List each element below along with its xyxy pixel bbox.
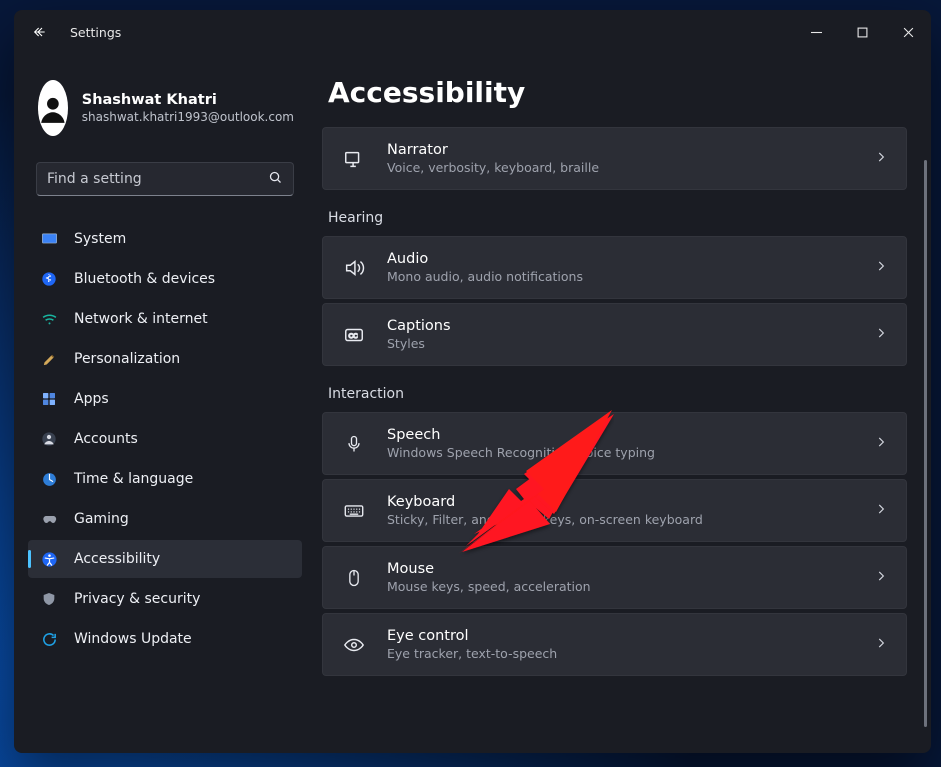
chevron-right-icon [874,635,888,654]
tile-subtitle: Eye tracker, text-to-speech [387,646,854,661]
tile-subtitle: Styles [387,336,854,351]
apps-icon [40,390,58,408]
sidebar-item-bluetooth[interactable]: Bluetooth & devices [28,260,302,298]
tile-title: Eye control [387,628,854,644]
tile-mouse[interactable]: Mouse Mouse keys, speed, acceleration [322,546,907,609]
sidebar-item-accessibility[interactable]: Accessibility [28,540,302,578]
chevron-right-icon [874,149,888,168]
tile-keyboard[interactable]: Keyboard Sticky, Filter, and Toggle keys… [322,479,907,542]
user-email: shashwat.khatri1993@outlook.com [82,110,294,124]
tile-subtitle: Windows Speech Recognition, voice typing [387,445,854,460]
mouse-icon [341,568,367,588]
tile-title: Keyboard [387,494,854,510]
scrollbar[interactable] [924,160,927,727]
maximize-button[interactable] [839,16,885,48]
keyboard-icon [341,500,367,522]
tile-speech[interactable]: Speech Windows Speech Recognition, voice… [322,412,907,475]
main-content: Accessibility Narrator Voice, verbosity,… [314,54,931,753]
section-hearing: Hearing [328,210,907,226]
tile-title: Audio [387,251,854,267]
tile-title: Narrator [387,142,854,158]
close-icon [903,27,914,38]
sidebar-item-network[interactable]: Network & internet [28,300,302,338]
chevron-right-icon [874,434,888,453]
sidebar: Shashwat Khatri shashwat.khatri1993@outl… [14,54,314,753]
tile-audio[interactable]: Audio Mono audio, audio notifications [322,236,907,299]
sidebar-item-label: Apps [74,391,109,407]
sidebar-item-label: Personalization [74,351,180,367]
sidebar-item-apps[interactable]: Apps [28,380,302,418]
captions-icon: CC [341,324,367,346]
chevron-right-icon [874,501,888,520]
chevron-right-icon [874,568,888,587]
update-icon [40,630,58,648]
search-input[interactable] [47,171,260,187]
tile-captions[interactable]: CC Captions Styles [322,303,907,366]
tile-subtitle: Mouse keys, speed, acceleration [387,579,854,594]
close-button[interactable] [885,16,931,48]
chevron-right-icon [874,258,888,277]
sidebar-item-label: Bluetooth & devices [74,271,215,287]
sidebar-item-privacy[interactable]: Privacy & security [28,580,302,618]
nav: System Bluetooth & devices Network & int… [28,220,302,658]
speaker-icon [341,257,367,279]
clock-globe-icon [40,470,58,488]
settings-window: Settings Shashwat Khatri shashwat. [14,10,931,753]
tile-narrator[interactable]: Narrator Voice, verbosity, keyboard, bra… [322,127,907,190]
tile-title: Speech [387,427,854,443]
shield-icon [40,590,58,608]
sidebar-item-gaming[interactable]: Gaming [28,500,302,538]
sidebar-item-label: Network & internet [74,311,208,327]
tile-subtitle: Voice, verbosity, keyboard, braille [387,160,854,175]
microphone-icon [341,434,367,454]
sidebar-item-label: Privacy & security [74,591,200,607]
paintbrush-icon [40,350,58,368]
sidebar-item-label: System [74,231,126,247]
sidebar-item-personalization[interactable]: Personalization [28,340,302,378]
monitor-icon [40,230,58,248]
minimize-icon [811,27,822,38]
avatar [38,80,68,136]
accessibility-icon [40,550,58,568]
sidebar-item-label: Accounts [74,431,138,447]
window-controls [793,16,931,48]
narrator-icon [341,148,367,170]
eye-icon [341,634,367,656]
search-box[interactable] [36,162,294,196]
tile-title: Captions [387,318,854,334]
gamepad-icon [40,510,58,528]
sidebar-item-label: Accessibility [74,551,160,567]
maximize-icon [857,27,868,38]
page-title: Accessibility [328,76,907,109]
tile-eye-control[interactable]: Eye control Eye tracker, text-to-speech [322,613,907,676]
tile-title: Mouse [387,561,854,577]
titlebar: Settings [14,10,931,54]
sidebar-item-accounts[interactable]: Accounts [28,420,302,458]
sidebar-item-label: Time & language [74,471,193,487]
app-title: Settings [70,25,121,40]
person-icon [40,430,58,448]
tile-subtitle: Sticky, Filter, and Toggle keys, on-scre… [387,512,854,527]
minimize-button[interactable] [793,16,839,48]
section-interaction: Interaction [328,386,907,402]
svg-text:CC: CC [349,331,358,339]
profile-block[interactable]: Shashwat Khatri shashwat.khatri1993@outl… [28,74,302,146]
sidebar-item-label: Windows Update [74,631,192,647]
sidebar-item-time[interactable]: Time & language [28,460,302,498]
sidebar-item-system[interactable]: System [28,220,302,258]
search-icon [268,170,283,189]
user-name: Shashwat Khatri [82,92,294,108]
tile-subtitle: Mono audio, audio notifications [387,269,854,284]
chevron-right-icon [874,325,888,344]
bluetooth-icon [40,270,58,288]
back-button[interactable] [26,18,54,46]
sidebar-item-update[interactable]: Windows Update [28,620,302,658]
sidebar-item-label: Gaming [74,511,129,527]
wifi-icon [40,310,58,328]
